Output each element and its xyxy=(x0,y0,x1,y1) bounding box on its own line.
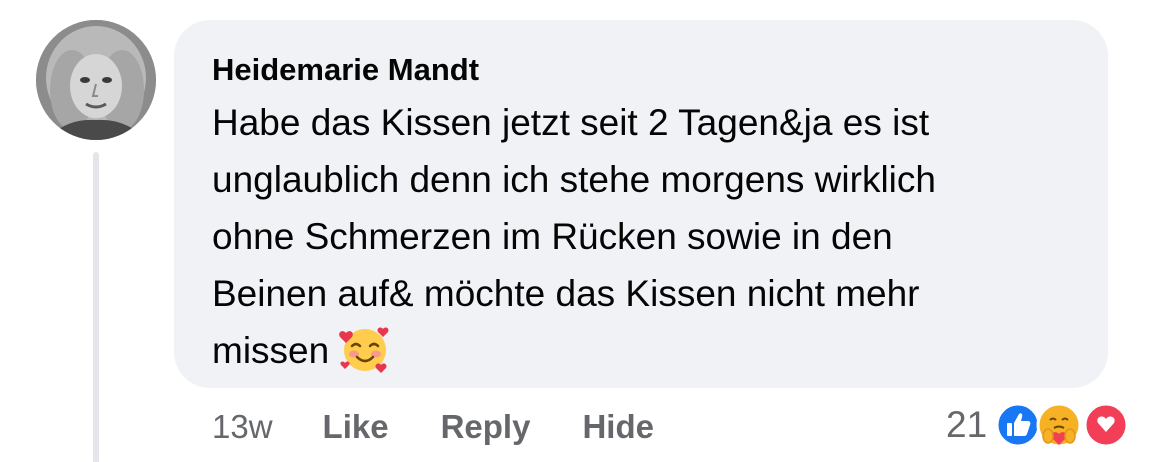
love-reaction-icon xyxy=(1083,402,1129,448)
like-button[interactable]: Like xyxy=(323,408,389,446)
hide-button[interactable]: Hide xyxy=(582,408,654,446)
reaction-count: 21 xyxy=(946,404,988,445)
reply-button[interactable]: Reply xyxy=(441,408,531,446)
comment-timestamp[interactable]: 13w xyxy=(212,408,273,446)
comment-text: Habe das Kissen jetzt seit 2 Tagen&ja es… xyxy=(212,94,1070,379)
avatar[interactable] xyxy=(36,20,156,140)
comment-text-content: Habe das Kissen jetzt seit 2 Tagen&ja es… xyxy=(212,102,936,371)
reaction-icons xyxy=(995,400,1145,450)
avatar-image xyxy=(36,20,156,140)
comment-author[interactable]: Heidemarie Mandt xyxy=(212,50,1070,90)
thread-line xyxy=(93,152,99,462)
comment-actions: 13w Like Reply Hide xyxy=(212,405,706,449)
care-reaction-icon xyxy=(1036,402,1082,448)
comment-bubble: Heidemarie Mandt Habe das Kissen jetzt s… xyxy=(174,20,1108,388)
smiling-face-with-hearts-icon xyxy=(339,323,391,375)
reactions-summary[interactable]: 21 xyxy=(946,400,1145,450)
comment-container: Heidemarie Mandt Habe das Kissen jetzt s… xyxy=(0,0,1170,462)
